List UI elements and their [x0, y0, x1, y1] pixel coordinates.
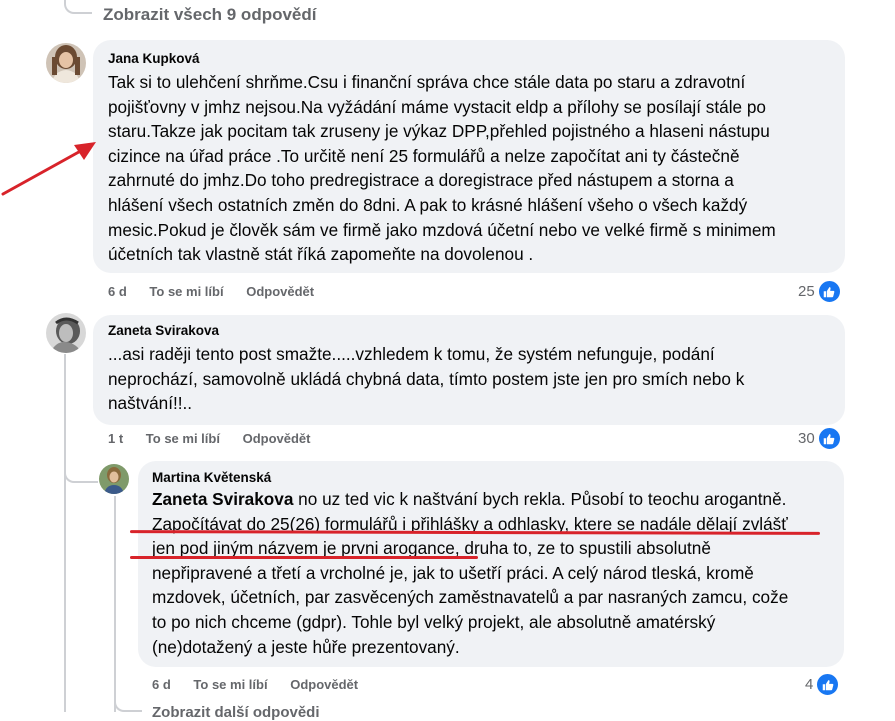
- comment-line: cizince na úřad práce .To určitě není 25…: [108, 145, 740, 166]
- reaction-count[interactable]: 30: [798, 427, 841, 450]
- comment-line: nepřipravené a třetí a vrcholné je, jak …: [152, 562, 754, 583]
- comment-line: ...asi raději tento post smažte.....vzhl…: [108, 344, 715, 364]
- comment-line: staru.Takze jak pocitam tak zruseny je v…: [108, 121, 770, 142]
- reaction-count-number: 4: [805, 676, 814, 693]
- underline-annotation: [130, 556, 478, 559]
- comment-line: Zaneta Svirakova no uz ted vic k naštván…: [152, 487, 786, 512]
- next-replies-link[interactable]: Zobrazit další odpovědi: [152, 704, 320, 721]
- comment-actions: 6 d To se mi líbí Odpovědět: [108, 284, 314, 299]
- reaction-count[interactable]: 25: [798, 280, 841, 303]
- like-button[interactable]: To se mi líbí: [146, 431, 220, 446]
- comment-line: Tak si to ulehčení shrňme.Csu i finanční…: [108, 72, 746, 92]
- mention-link[interactable]: Zaneta Svirakova: [152, 489, 293, 509]
- avatar[interactable]: [46, 313, 86, 353]
- thread-connector-next: [114, 686, 142, 712]
- reply-button[interactable]: Odpovědět: [246, 284, 314, 299]
- reaction-count[interactable]: 4: [805, 673, 840, 696]
- comment-line: pojišťovny v jmhz nejsou.Na vyžádání mám…: [108, 96, 766, 117]
- thread-connector-martina: [64, 445, 98, 483]
- comment-line: to po nich chceme (gdpr). Tohle byl velk…: [152, 612, 716, 632]
- comment-author[interactable]: Jana Kupková: [108, 51, 200, 66]
- reaction-count-number: 25: [798, 283, 815, 300]
- thread-line-zaneta: [64, 354, 66, 712]
- comment-author[interactable]: Martina Květenská: [152, 470, 271, 485]
- comment-line: (ne)dotažený a jeste hůře prezentovaný.: [152, 636, 460, 657]
- reaction-count-number: 30: [798, 430, 815, 447]
- like-button[interactable]: To se mi líbí: [193, 677, 267, 692]
- arrow-annotation: [1, 142, 96, 196]
- like-icon: [817, 427, 841, 450]
- comment-actions: 6 d To se mi líbí Odpovědět: [152, 677, 358, 692]
- thread-line-martina: [114, 496, 116, 712]
- like-icon: [816, 673, 840, 696]
- comment-line: účetních tak vlastně stát říká zapomeňte…: [108, 244, 534, 265]
- comment-line: mesic.Pokud je člověk sám ve firmě jako …: [108, 219, 776, 240]
- avatar[interactable]: [99, 464, 129, 494]
- thread-connector-top: [64, 0, 92, 14]
- comment-actions: 1 t To se mi líbí Odpovědět: [108, 431, 311, 446]
- comment-line: naštvání!!..: [108, 393, 193, 414]
- view-all-replies-link[interactable]: Zobrazit všech 9 odpovědí: [103, 5, 317, 25]
- comment-line: hlášení všech ostatních změn do 8dni. A …: [108, 195, 748, 215]
- like-icon: [817, 280, 841, 303]
- comment-line: zahrnuté do jmhz.Do toho predregistrace …: [108, 170, 734, 191]
- comment-timestamp[interactable]: 1 t: [108, 431, 123, 446]
- comment-line: mzdovek, účetních, par zasvěcených zaměs…: [152, 587, 789, 608]
- reply-button[interactable]: Odpovědět: [290, 677, 358, 692]
- comment-timestamp[interactable]: 6 d: [152, 677, 171, 692]
- like-button[interactable]: To se mi líbí: [149, 284, 223, 299]
- comment-author[interactable]: Zaneta Svirakova: [108, 323, 219, 338]
- comment-line: neprochází, samovolně ukládá chybná data…: [108, 368, 745, 389]
- comment-line-rest: no uz ted vic k naštvání bych rekla. Půs…: [293, 489, 787, 509]
- comment-timestamp[interactable]: 6 d: [108, 284, 127, 299]
- avatar[interactable]: [46, 43, 86, 83]
- reply-button[interactable]: Odpovědět: [243, 431, 311, 446]
